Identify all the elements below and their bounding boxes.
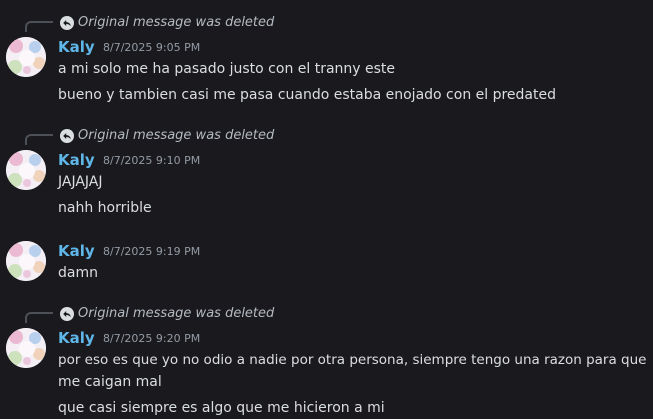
timestamp: 8/7/2025 9:10 PM <box>103 154 201 167</box>
username[interactable]: Kaly <box>58 242 95 260</box>
avatar[interactable] <box>6 241 46 281</box>
timestamp: 8/7/2025 9:19 PM <box>103 245 201 258</box>
reply-deleted-icon <box>60 129 74 143</box>
reply-connector <box>25 312 53 323</box>
message-text: JAJAJAJ <box>58 174 103 190</box>
username[interactable]: Kaly <box>58 151 95 169</box>
message-text: damn <box>58 265 98 281</box>
message-text: bueno y tambien casi me pasa cuando esta… <box>58 87 556 103</box>
reply-preview-text[interactable]: Original message was deleted <box>78 15 274 31</box>
reply-deleted-icon <box>60 16 74 30</box>
message-text: nahh horrible <box>58 200 152 216</box>
reply-preview-text[interactable]: Original message was deleted <box>78 128 274 144</box>
avatar[interactable] <box>6 150 46 190</box>
reply-deleted-icon <box>60 307 74 321</box>
message-text: que casi siempre es algo que me hicieron… <box>58 400 385 416</box>
avatar[interactable] <box>6 37 46 77</box>
timestamp: 8/7/2025 9:20 PM <box>103 332 201 345</box>
message-text: por eso es que yo no odio a nadie por ot… <box>58 352 647 368</box>
username[interactable]: Kaly <box>58 329 95 347</box>
chat-log: Original message was deleted Kaly 8/7/20… <box>0 0 653 419</box>
reply-connector <box>25 134 53 145</box>
reply-connector <box>25 21 53 32</box>
reply-preview-text[interactable]: Original message was deleted <box>78 306 274 322</box>
timestamp: 8/7/2025 9:05 PM <box>103 41 201 54</box>
avatar[interactable] <box>6 328 46 368</box>
username[interactable]: Kaly <box>58 38 95 56</box>
message-text: a mi solo me ha pasado justo con el tran… <box>58 61 396 77</box>
message-text: me caigan mal <box>58 374 162 390</box>
